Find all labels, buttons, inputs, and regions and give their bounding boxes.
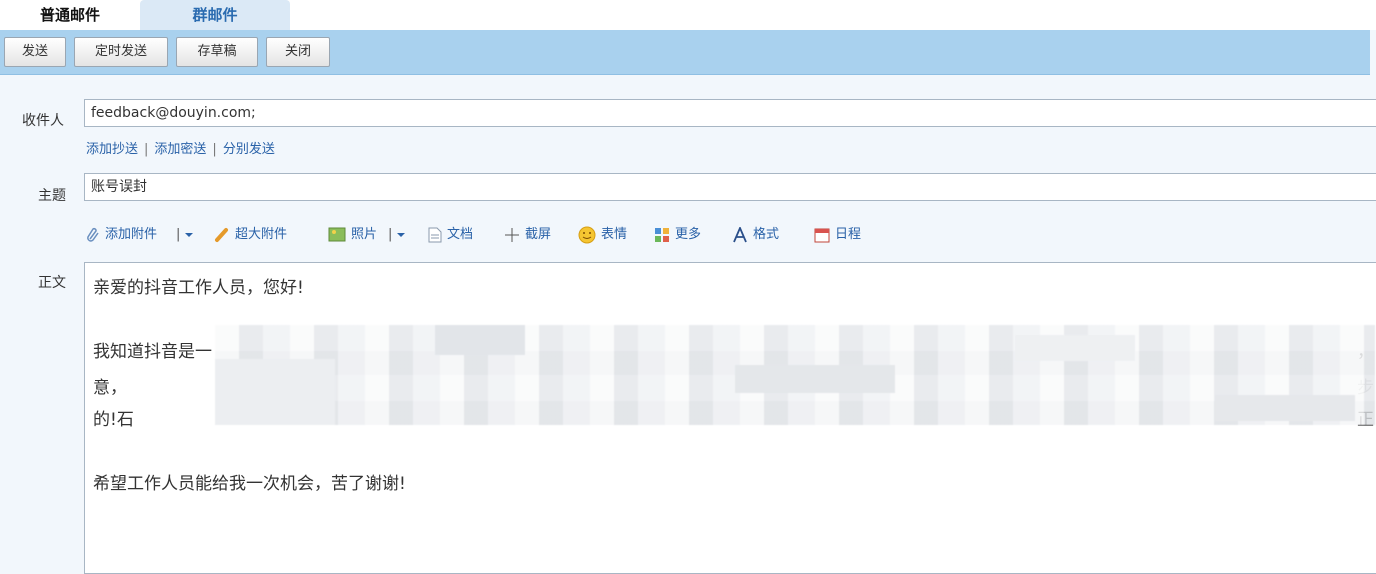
recipient-options: 添加抄送 | 添加密送 | 分别发送 [86,138,275,157]
send-button[interactable]: 发送 [4,37,66,67]
recipient-input[interactable]: feedback@douyin.com; [84,99,1376,127]
photo-dropdown[interactable] [396,222,411,248]
body-line1-start: 我知道抖音是一 [93,342,212,362]
screenshot-tool[interactable]: 截屏 [504,222,551,248]
large-attachment-icon [215,227,228,242]
attachment-dropdown[interactable] [184,222,199,248]
add-bcc-link[interactable]: 添加密送 [154,142,206,157]
large-attachment-label: 超大附件 [235,227,288,242]
body-closing: 希望工作人员能给我一次机会，苦了谢谢! [93,474,406,494]
body-editor[interactable]: 亲爱的抖音工作人员，您好! 我知道抖音是一 ， 意， 步 的!石 正 希望工作人… [84,262,1376,574]
separate-send-link[interactable]: 分别发送 [223,142,275,157]
calendar-icon [814,228,830,242]
separator: | [388,227,393,242]
photo-tool[interactable]: 照片 [328,222,377,248]
paperclip-icon [87,227,99,242]
format-tool[interactable]: 格式 [732,222,779,248]
add-attachment-label: 添加附件 [105,227,158,242]
redaction-mosaic [215,325,1375,425]
tab-normal-mail[interactable]: 普通邮件 [0,0,140,30]
action-toolbar: 发送 定时发送 存草稿 关闭 [0,30,1370,75]
body-label: 正文 [38,275,66,291]
body-greeting: 亲爱的抖音工作人员，您好! [93,278,304,298]
more-label: 更多 [675,227,702,242]
tab-bar: 普通邮件 群邮件 [0,0,1376,30]
chevron-down-icon [397,232,405,237]
separator: | [176,227,181,242]
screenshot-icon [505,227,519,242]
emoji-icon [578,226,596,243]
screenshot-label: 截屏 [525,227,552,242]
calendar-label: 日程 [835,227,862,242]
separator: | [212,142,217,157]
body-line3-start: 的!石 [93,410,134,430]
text-format-icon [733,226,747,242]
subject-label: 主题 [38,188,66,204]
large-attachment-tool[interactable]: 超大附件 [214,222,287,248]
calendar-tool[interactable]: 日程 [814,222,861,248]
photo-icon [328,227,346,242]
add-cc-link[interactable]: 添加抄送 [86,142,138,157]
photo-label: 照片 [351,227,378,242]
format-label: 格式 [753,227,780,242]
scheduled-send-button[interactable]: 定时发送 [74,37,168,67]
more-apps-icon [655,227,669,242]
emoji-tool[interactable]: 表情 [578,222,627,248]
more-tool[interactable]: 更多 [654,222,701,248]
tab-group-mail[interactable]: 群邮件 [140,0,290,30]
close-button[interactable]: 关闭 [266,37,330,67]
save-draft-button[interactable]: 存草稿 [176,37,258,67]
body-line2-start: 意， [93,378,127,398]
separator: | [144,142,149,157]
add-attachment-tool[interactable]: 添加附件 [86,222,157,248]
emoji-label: 表情 [601,227,628,242]
chevron-down-icon [185,232,193,237]
document-label: 文档 [447,227,474,242]
document-tool[interactable]: 文档 [428,222,473,248]
document-icon [428,227,442,242]
recipient-label: 收件人 [22,113,64,129]
subject-input[interactable]: 账号误封 [84,173,1376,201]
